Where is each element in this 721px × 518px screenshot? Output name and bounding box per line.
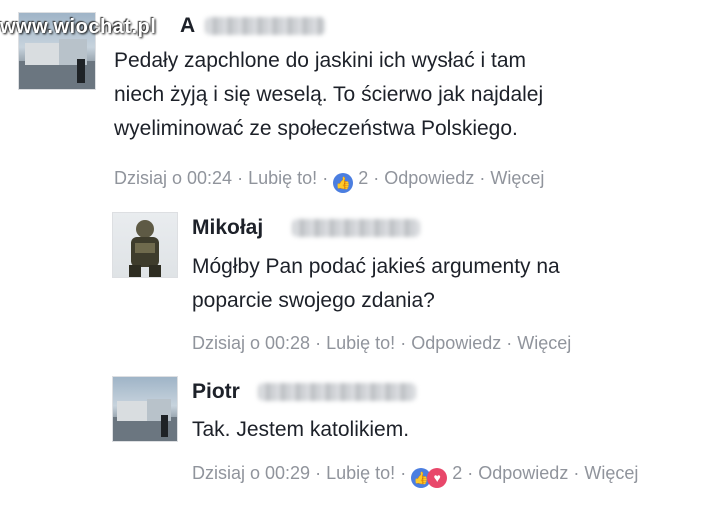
comment-text: Tak. Jestem katolikiem.: [192, 418, 410, 441]
more-link[interactable]: Więcej: [490, 168, 544, 188]
timestamp[interactable]: Dzisiaj o 00:29: [192, 463, 310, 483]
timestamp[interactable]: Dzisiaj o 00:24: [114, 168, 232, 188]
watermark: www.wiochat.pl: [0, 16, 157, 38]
author-name[interactable]: Piotr: [192, 380, 240, 404]
comment-text: Pedały zapchlone do jaskini ich wysłać i…: [114, 49, 544, 140]
avatar-photo: [129, 220, 161, 277]
comment-meta: Dzisiaj o 00:24 · Lubię to! · 👍 2 · Odpo…: [114, 166, 544, 193]
reaction-count[interactable]: 2: [358, 168, 368, 188]
blurred-surname: [292, 219, 420, 237]
more-link[interactable]: Więcej: [584, 463, 638, 483]
like-link[interactable]: Lubię to!: [248, 168, 317, 188]
author-name[interactable]: Mikołaj: [192, 216, 263, 240]
reply-link[interactable]: Odpowiedz: [384, 168, 474, 188]
like-link[interactable]: Lubię to!: [326, 463, 395, 483]
reply-link[interactable]: Odpowiedz: [411, 333, 501, 353]
like-link[interactable]: Lubię to!: [326, 333, 395, 353]
avatar[interactable]: [112, 212, 178, 278]
more-link[interactable]: Więcej: [517, 333, 571, 353]
avatar-photo: [113, 399, 177, 441]
reactions[interactable]: 👍 ♥ 2: [411, 463, 467, 488]
avatar[interactable]: [112, 376, 178, 442]
reaction-count: 2: [452, 463, 463, 483]
comment-text: Mógłby Pan podać jakieś argumenty na pop…: [192, 255, 560, 312]
reply-link[interactable]: Odpowiedz: [478, 463, 568, 483]
comment-meta: Dzisiaj o 00:29 · Lubię to! · 👍 ♥ 2 · Odp…: [192, 458, 712, 488]
timestamp[interactable]: Dzisiaj o 00:28: [192, 333, 310, 353]
blurred-surname: [205, 17, 325, 35]
comment-meta: Dzisiaj o 00:28 · Lubię to! · Odpowiedz …: [192, 333, 572, 353]
blurred-surname: [258, 383, 416, 401]
author-name[interactable]: A: [180, 14, 195, 38]
thumbs-up-icon[interactable]: 👍: [333, 173, 354, 193]
heart-icon: ♥: [427, 468, 448, 488]
